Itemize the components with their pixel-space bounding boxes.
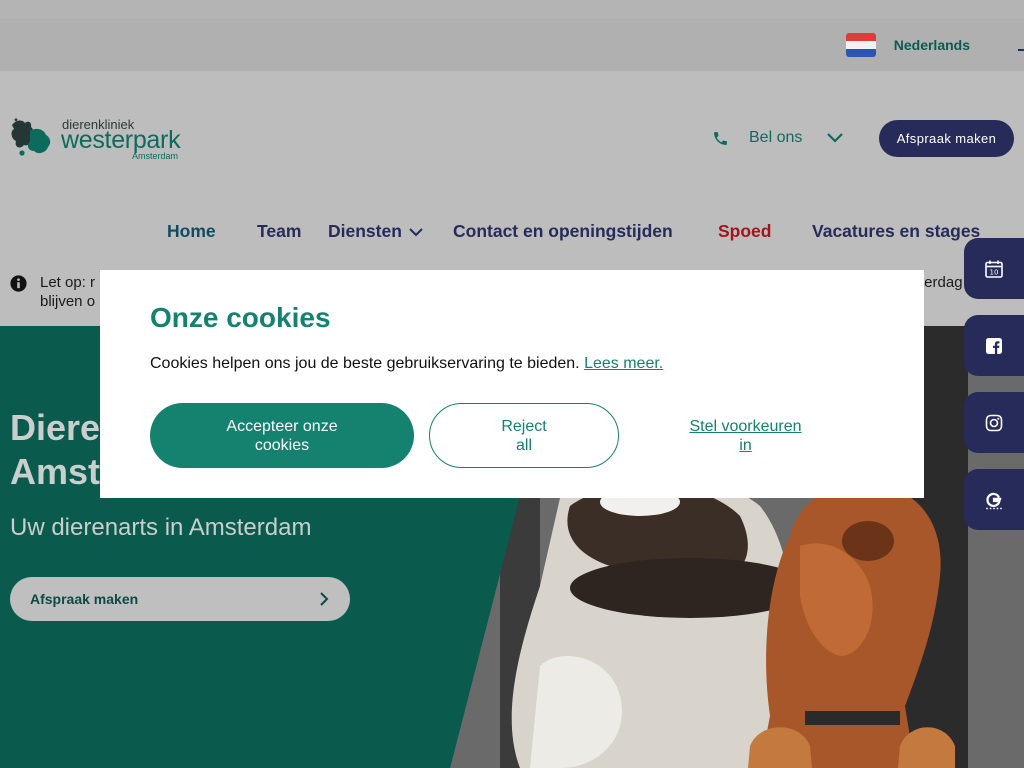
nav-item-spoed[interactable]: Spoed <box>718 221 771 242</box>
chevron-down-icon <box>409 227 423 236</box>
calendar-icon: 10 <box>985 260 1003 278</box>
language-selector[interactable]: Nederlands <box>845 33 970 57</box>
cookie-dialog: Onze cookies Cookies helpen ons jou de b… <box>100 270 924 498</box>
calendar-day: 10 <box>990 268 999 276</box>
google-icon <box>986 492 1002 509</box>
hero-button-label: Afspraak maken <box>30 591 139 607</box>
nav-item-contact[interactable]: Contact en openingstijden <box>453 221 673 242</box>
chevron-down-icon <box>827 133 844 143</box>
set-preferences-link[interactable]: Stel voorkeuren in <box>670 403 821 468</box>
cookie-dialog-body: Cookies helpen ons jou de beste gebruiks… <box>150 355 580 372</box>
read-more-link[interactable]: Lees meer. <box>584 355 663 372</box>
chevron-right-icon <box>320 592 329 606</box>
set-preferences-label: Stel voorkeuren in <box>689 417 802 454</box>
info-icon <box>10 275 27 292</box>
hero-title-line-2: Amst <box>10 451 101 492</box>
cookie-dialog-title: Onze cookies <box>150 302 331 333</box>
arrow-edge-icon <box>1018 49 1024 51</box>
notice-text-line2: blijven o <box>40 293 96 310</box>
nav-item-team[interactable]: Team <box>257 221 301 242</box>
hero-subtitle: Uw dierenarts in Amsterdam <box>10 514 312 541</box>
nav-item-diensten[interactable]: Diensten <box>328 221 424 242</box>
cookie-dialog-text: Cookies helpen ons jou de beste gebruiks… <box>150 355 663 373</box>
hero-title: Diere Amst <box>10 406 100 494</box>
phone-icon <box>714 131 727 145</box>
instagram-icon <box>985 414 1003 431</box>
accept-cookies-label: Accepteer onze cookies <box>226 417 338 454</box>
main-nav: Home Team Diensten Contact en openingsti… <box>0 221 1024 245</box>
dutch-flag-icon <box>845 33 876 57</box>
facebook-icon <box>986 337 1002 354</box>
call-dropdown[interactable]: Bel ons <box>712 129 844 147</box>
nav-item-label: Diensten <box>328 221 402 241</box>
appointment-button[interactable]: Afspraak maken <box>879 120 1014 157</box>
language-label: Nederlands <box>893 37 970 53</box>
top-strip <box>0 0 1024 19</box>
instagram-link[interactable] <box>964 392 1024 453</box>
hero-title-line-1: Diere <box>10 407 101 448</box>
animals-logo-icon <box>11 118 51 156</box>
calendar-link[interactable]: 10 <box>964 238 1024 299</box>
google-reviews-link[interactable] <box>964 469 1024 530</box>
reject-all-label: Reject all <box>501 417 547 454</box>
accept-cookies-button[interactable]: Accepteer onze cookies <box>150 403 414 468</box>
logo-line-3: Amsterdam <box>132 151 179 161</box>
call-label: Bel ons <box>749 129 803 146</box>
nav-item-vacatures[interactable]: Vacatures en stages <box>812 221 980 242</box>
site-logo[interactable]: dierenkliniek westerpark Amsterdam <box>10 115 195 165</box>
reject-all-button[interactable]: Reject all <box>429 403 619 468</box>
nav-item-home[interactable]: Home <box>167 221 216 242</box>
top-bar: Nederlands <box>0 19 1024 71</box>
facebook-link[interactable] <box>964 315 1024 376</box>
notice-text-start: Let op: r <box>40 274 96 291</box>
notice-text-end: terdag <box>920 274 963 291</box>
hero-appointment-button[interactable]: Afspraak maken <box>10 577 350 621</box>
